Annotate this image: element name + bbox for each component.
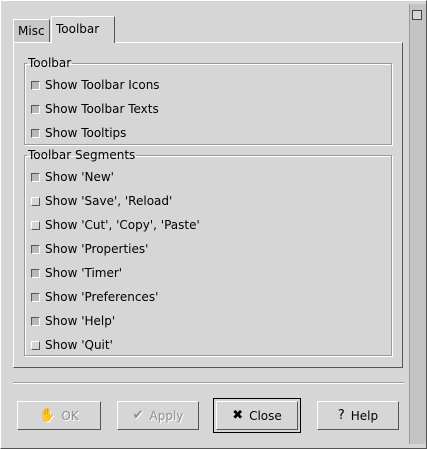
tab-panel-toolbar: Toolbar Show Toolbar Icons Show Toolbar … <box>13 42 403 368</box>
ok-hand-icon: ✋ <box>39 408 56 423</box>
checkbox-indicator[interactable] <box>31 244 40 254</box>
toolbar-frame: Toolbar Show Toolbar Icons Show Toolbar … <box>24 56 392 145</box>
checkbox-show-cut-copy-paste[interactable]: Show 'Cut', 'Copy', 'Paste' <box>31 215 200 235</box>
checkbox-label: Show 'Preferences' <box>45 290 159 304</box>
checkbox-show-timer[interactable]: Show 'Timer' <box>31 263 122 283</box>
checkbox-indicator[interactable] <box>31 196 40 206</box>
checkbox-show-new[interactable]: Show 'New' <box>31 167 114 187</box>
checkbox-indicator[interactable] <box>31 220 40 230</box>
check-icon: ✔ <box>132 408 144 423</box>
checkbox-indicator[interactable] <box>31 80 40 90</box>
checkbox-show-toolbar-texts[interactable]: Show Toolbar Texts <box>31 99 159 119</box>
checkbox-show-save-reload[interactable]: Show 'Save', 'Reload' <box>31 191 172 211</box>
checkbox-show-properties[interactable]: Show 'Properties' <box>31 239 148 259</box>
ok-button-label: OK <box>61 408 79 423</box>
checkbox-show-preferences[interactable]: Show 'Preferences' <box>31 287 158 307</box>
checkbox-indicator[interactable] <box>31 104 40 114</box>
checkbox-show-toolbar-icons[interactable]: Show Toolbar Icons <box>31 75 160 95</box>
button-area-separator <box>13 382 404 384</box>
tab-misc-label: Misc <box>18 24 45 38</box>
checkbox-label: Show Toolbar Texts <box>45 102 159 116</box>
help-button-label: Help <box>350 408 379 423</box>
checkbox-show-quit[interactable]: Show 'Quit' <box>31 335 113 355</box>
close-button-face[interactable]: ✖ Close <box>216 401 298 430</box>
checkbox-label: Show 'Quit' <box>45 338 113 352</box>
tab-toolbar[interactable]: Toolbar <box>51 16 115 43</box>
close-button[interactable]: ✖ Close <box>213 398 301 433</box>
checkbox-label: Show Tooltips <box>45 126 127 140</box>
checkbox-label: Show 'Properties' <box>45 242 149 256</box>
window-side-bar <box>409 4 426 444</box>
segments-frame-title: Toolbar Segments <box>28 148 136 162</box>
close-button-label: Close <box>249 408 282 423</box>
question-icon: ? <box>337 408 345 423</box>
checkbox-label: Show 'Save', 'Reload' <box>45 194 173 208</box>
x-icon: ✖ <box>232 408 244 423</box>
toolbar-frame-title: Toolbar <box>28 56 72 70</box>
checkbox-indicator[interactable] <box>31 172 40 182</box>
tab-misc[interactable]: Misc <box>13 19 50 42</box>
tab-toolbar-label: Toolbar <box>56 22 100 36</box>
preferences-dialog: Misc Toolbar Toolbar Show Toolbar Icons … <box>0 0 427 449</box>
apply-button[interactable]: ✔ Apply <box>117 401 199 430</box>
checkbox-indicator[interactable] <box>31 316 40 326</box>
apply-button-label: Apply <box>149 408 184 423</box>
ok-button[interactable]: ✋ OK <box>17 401 101 430</box>
checkbox-indicator[interactable] <box>31 128 40 138</box>
window-menu-icon[interactable] <box>412 10 422 20</box>
checkbox-label: Show 'Timer' <box>45 266 123 280</box>
checkbox-show-help[interactable]: Show 'Help' <box>31 311 115 331</box>
checkbox-indicator[interactable] <box>31 292 40 302</box>
checkbox-indicator[interactable] <box>31 340 40 350</box>
checkbox-show-tooltips[interactable]: Show Tooltips <box>31 123 126 143</box>
checkbox-label: Show 'New' <box>45 170 114 184</box>
help-button[interactable]: ? Help <box>317 401 399 430</box>
checkbox-label: Show Toolbar Icons <box>45 78 160 92</box>
checkbox-label: Show 'Help' <box>45 314 116 328</box>
checkbox-label: Show 'Cut', 'Copy', 'Paste' <box>45 218 200 232</box>
toolbar-segments-frame: Toolbar Segments Show 'New' Show 'Save',… <box>24 148 392 356</box>
checkbox-indicator[interactable] <box>31 268 40 278</box>
